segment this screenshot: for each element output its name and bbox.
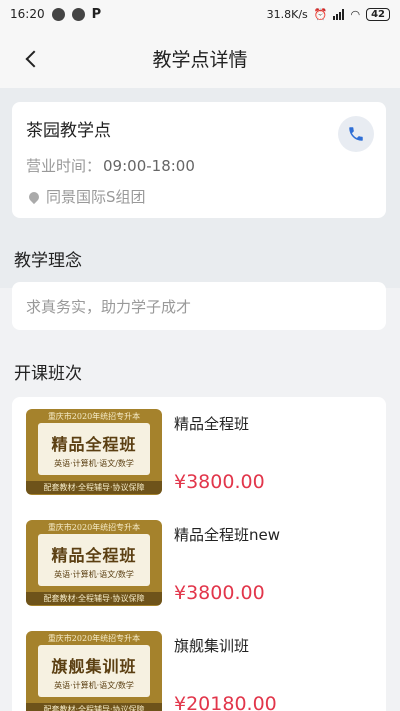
cover-sub-text: 英语·计算机·语文/数学 (54, 681, 134, 690)
course-price: ¥3800.00 (174, 471, 265, 493)
notification-icon (71, 7, 85, 21)
cover-plate: 旗舰集训班 英语·计算机·语文/数学 (38, 645, 150, 697)
cover-top-text: 重庆市2020年统招专升本 (47, 523, 141, 532)
cover-plate: 精品全程班 英语·计算机·语文/数学 (38, 423, 150, 475)
course-list: 重庆市2020年统招专升本 精品全程班 英语·计算机·语文/数学 配套教材·全程… (12, 397, 386, 711)
chevron-left-icon (25, 50, 43, 68)
cover-top-text: 重庆市2020年统招专升本 (47, 412, 141, 421)
cover-sub-text: 英语·计算机·语文/数学 (54, 570, 134, 579)
hours-label: 营业时间： (26, 157, 102, 175)
battery-icon: 42 (366, 7, 390, 21)
alarm-icon: ⏰ (313, 7, 328, 21)
courses-section-title: 开课班次 (14, 364, 82, 384)
phone-icon (349, 127, 363, 141)
course-name: 精品全程班new (174, 526, 281, 544)
course-item[interactable]: 重庆市2020年统招专升本 精品全程班 英语·计算机·语文/数学 配套教材·全程… (26, 409, 376, 495)
wifi-icon: ◠ (350, 7, 361, 21)
cover-bottom-text: 配套教材·全程辅导·协议保障 (26, 481, 162, 494)
address-text: 同景国际S组团 (46, 188, 146, 206)
cover-bottom-text: 配套教材·全程辅导·协议保障 (26, 592, 162, 605)
course-price: ¥3800.00 (174, 582, 265, 604)
wechat-icon (51, 7, 65, 21)
status-time: 16:20 (10, 7, 45, 21)
site-name: 茶园教学点 (26, 121, 111, 141)
cover-main-text: 旗舰集训班 (51, 657, 137, 676)
cover-top-text: 重庆市2020年统招专升本 (47, 634, 141, 643)
hours-value: 09:00-18:00 (103, 157, 195, 175)
business-hours: 营业时间： 09:00-18:00 (26, 155, 372, 176)
site-address: 同景国际S组团 (26, 186, 372, 207)
philosophy-card: 求真务实，助力学子成才 (12, 282, 386, 330)
philosophy-section-title: 教学理念 (14, 251, 82, 271)
status-bar: 16:20 P 31.8K/s ⏰ ◠ 42 (0, 0, 400, 28)
cover-main-text: 精品全程班 (51, 546, 137, 565)
course-cover: 重庆市2020年统招专升本 精品全程班 英语·计算机·语文/数学 配套教材·全程… (26, 409, 162, 495)
course-cover: 重庆市2020年统招专升本 旗舰集训班 英语·计算机·语文/数学 配套教材·全程… (26, 631, 162, 711)
course-item[interactable]: 重庆市2020年统招专升本 旗舰集训班 英语·计算机·语文/数学 配套教材·全程… (26, 631, 376, 711)
network-speed: 31.8K/s (266, 7, 308, 21)
course-item[interactable]: 重庆市2020年统招专升本 精品全程班 英语·计算机·语文/数学 配套教材·全程… (26, 520, 376, 606)
course-name: 旗舰集训班 (174, 637, 250, 655)
course-name: 精品全程班 (174, 415, 250, 433)
location-pin-icon (26, 189, 42, 204)
cover-bottom-text: 配套教材·全程辅导·协议保障 (26, 703, 162, 711)
philosophy-text: 求真务实，助力学子成才 (26, 297, 192, 316)
cover-plate: 精品全程班 英语·计算机·语文/数学 (38, 534, 150, 586)
course-cover: 重庆市2020年统招专升本 精品全程班 英语·计算机·语文/数学 配套教材·全程… (26, 520, 162, 606)
course-price: ¥20180.00 (174, 693, 277, 711)
cover-sub-text: 英语·计算机·语文/数学 (54, 459, 134, 468)
nav-bar: 教学点详情 (0, 28, 400, 88)
back-button[interactable] (18, 46, 44, 72)
call-button[interactable] (338, 116, 374, 152)
page-title: 教学点详情 (152, 48, 248, 71)
site-info-card: 茶园教学点 营业时间： 09:00-18:00 同景国际S组团 (12, 102, 386, 218)
signal-icon (333, 8, 345, 20)
cover-main-text: 精品全程班 (51, 435, 137, 454)
parking-icon: P (91, 6, 102, 22)
